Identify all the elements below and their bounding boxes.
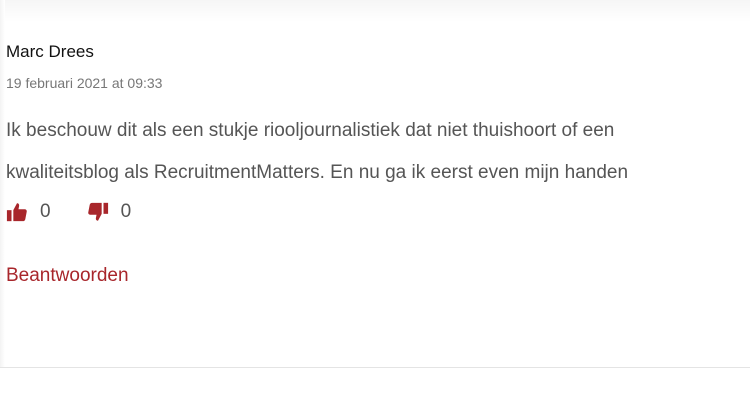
page: Marc Drees 19 februari 2021 at 09:33 Ik … bbox=[0, 0, 750, 400]
reply-link[interactable]: Beantwoorden bbox=[6, 264, 129, 288]
dislike-count: 0 bbox=[120, 201, 132, 222]
like-button[interactable]: 0 bbox=[6, 200, 51, 224]
comment-author: Marc Drees bbox=[6, 42, 94, 61]
top-fade bbox=[0, 0, 750, 22]
comment: Marc Drees 19 februari 2021 at 09:33 Ik … bbox=[6, 40, 750, 288]
thumbs-up-icon bbox=[6, 201, 28, 223]
left-edge-shadow bbox=[0, 0, 5, 368]
comment-body: Ik beschouw dit als een stukje riooljour… bbox=[6, 110, 750, 194]
vote-bar: 0 0 bbox=[6, 200, 750, 224]
divider bbox=[0, 367, 750, 368]
dislike-button[interactable]: 0 bbox=[87, 200, 132, 224]
comment-body-line: kwaliteitsblog als RecruitmentMatters. E… bbox=[6, 162, 629, 183]
thumbs-down-icon bbox=[87, 201, 109, 223]
comment-date: 19 februari 2021 at 09:33 bbox=[6, 75, 163, 91]
comment-body-line: Ik beschouw dit als een stukje riooljour… bbox=[6, 120, 615, 141]
like-count: 0 bbox=[40, 201, 51, 222]
